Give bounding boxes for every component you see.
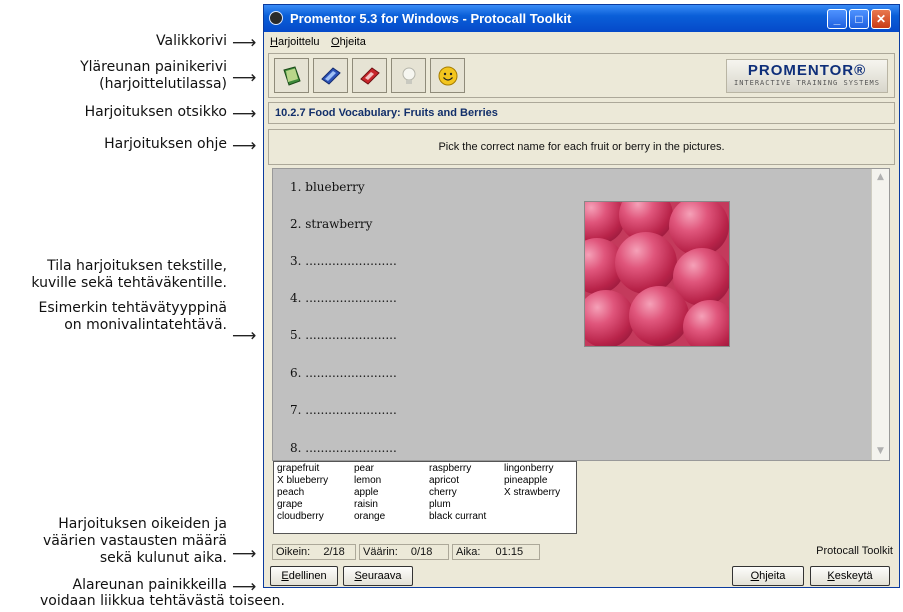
arrow-icon: ⟶ [232,544,257,564]
hint-button[interactable] [391,58,426,93]
app-icon [269,11,283,25]
arrow-icon: ⟶ [232,104,257,124]
correct-value: 2/18 [323,546,345,558]
abort-button[interactable]: Keskeytä [810,566,890,586]
menu-bar: Harjoittelu Ohjeita [264,33,899,51]
dictionary-icon [321,67,341,85]
annotation-toolbar: Yläreunan painikerivi (harjoittelutilass… [80,59,227,92]
wrong-value: 0/18 [410,546,433,558]
choice-item[interactable]: peach [277,487,304,499]
window-title: Promentor 5.3 for Windows - Protocall To… [290,11,572,26]
status-product: Protocall Toolkit [816,545,893,557]
time-value: 01:15 [495,546,524,558]
choice-item[interactable]: X strawberry [504,487,560,499]
annotation-instruction: Harjoituksen ohje [104,136,227,152]
maximize-button[interactable]: □ [849,9,869,29]
arrow-icon: ⟶ [232,136,257,156]
toolbar: PROMENTOR® INTERACTIVE TRAINING SYSTEMS [268,53,895,98]
close-button[interactable]: ✕ [871,9,891,29]
choice-item[interactable]: cherry [429,487,457,499]
book-button[interactable] [274,58,309,93]
exercise-title: 10.2.7 Food Vocabulary: Fruits and Berri… [268,102,895,124]
logo-brand: PROMENTOR® [747,62,867,79]
answer-slot-5[interactable]: 5. ........................ [290,328,397,342]
choice-item[interactable]: cloudberry [277,511,324,523]
choice-item[interactable]: apricot [429,475,459,487]
menu-harjoittelu[interactable]: Harjoittelu [270,36,320,48]
next-button[interactable]: Seuraava [343,566,413,586]
status-bar: Oikein: 2/18 Väärin: 0/18 Aika: 01:15 Pr… [268,542,899,562]
wrong-label: Väärin: [363,546,398,558]
minimize-button[interactable]: _ [827,9,847,29]
scroll-down-icon[interactable]: ▼ [873,444,888,459]
arrow-icon: ⟶ [232,68,257,88]
choice-item[interactable]: raisin [354,499,378,511]
hint-bulb-icon [402,67,416,84]
choice-item[interactable]: grape [277,499,303,511]
answer-slot-8[interactable]: 8. ........................ [290,441,397,455]
choice-item[interactable]: grapefruit [277,463,319,475]
annotation-nav: Alareunan painikkeilla [72,577,227,593]
exercise-instruction: Pick the correct name for each fruit or … [268,129,895,165]
promentor-logo: PROMENTOR® INTERACTIVE TRAINING SYSTEMS [726,59,888,93]
previous-button[interactable]: Edellinen [270,566,338,586]
scroll-up-icon[interactable]: ▲ [873,170,888,185]
arrow-icon: ⟶ [232,577,257,597]
status-wrong: Väärin: 0/18 [359,544,449,560]
choice-item[interactable]: orange [354,511,385,523]
annotation-work-area: Tila harjoituksen tekstille, kuville sek… [31,258,227,333]
app-window: Promentor 5.3 for Windows - Protocall To… [263,4,900,588]
answer-slot-1[interactable]: 1. blueberry [290,180,365,194]
choice-item[interactable]: black currant [429,511,486,523]
choice-item[interactable]: X blueberry [277,475,328,487]
choice-list: grapefruit X blueberry peach grape cloud… [273,461,577,534]
choice-item[interactable]: apple [354,487,378,499]
arrow-icon: ⟶ [232,33,257,53]
help-button[interactable]: Ohjeita [732,566,804,586]
answer-slot-6[interactable]: 6. ........................ [290,366,397,380]
logo-tagline: INTERACTIVE TRAINING SYSTEMS [733,79,880,87]
answer-slot-7[interactable]: 7. ........................ [290,403,397,417]
answer-slot-2[interactable]: 2. strawberry [290,217,372,231]
menu-ohjeita[interactable]: Ohjeita [331,36,366,48]
smiley-icon [438,66,458,86]
title-bar[interactable]: Promentor 5.3 for Windows - Protocall To… [264,5,899,32]
status-correct: Oikein: 2/18 [272,544,356,560]
choice-item[interactable]: lingonberry [504,463,553,475]
book-icon [283,66,301,86]
annotation-nav-2: voidaan liikkua tehtävästä toiseen. [40,593,285,609]
raspberry-photo [584,201,730,347]
arrow-icon: ⟶ [232,326,257,346]
choice-item[interactable]: raspberry [429,463,471,475]
grammar-book-icon [360,67,380,85]
answer-slot-4[interactable]: 4. ........................ [290,291,397,305]
annotation-status: Harjoituksen oikeiden ja väärien vastaus… [43,516,227,566]
dictionary-button[interactable] [313,58,348,93]
grammar-book-button[interactable] [352,58,387,93]
choice-item[interactable]: pineapple [504,475,547,487]
time-label: Aika: [456,546,481,558]
choice-item[interactable]: lemon [354,475,381,487]
vertical-scrollbar[interactable]: ▲ ▼ [871,169,889,460]
annotation-menubar: Valikkorivi [156,33,227,49]
choice-item[interactable]: pear [354,463,374,475]
feedback-button[interactable] [430,58,465,93]
correct-label: Oikein: [276,546,311,558]
exercise-work-area: 1. blueberry 2. strawberry 3. ..........… [272,168,890,461]
status-time: Aika: 01:15 [452,544,540,560]
answer-slot-3[interactable]: 3. ........................ [290,254,397,268]
annotation-title: Harjoituksen otsikko [84,104,227,120]
choice-item[interactable]: plum [429,499,451,511]
